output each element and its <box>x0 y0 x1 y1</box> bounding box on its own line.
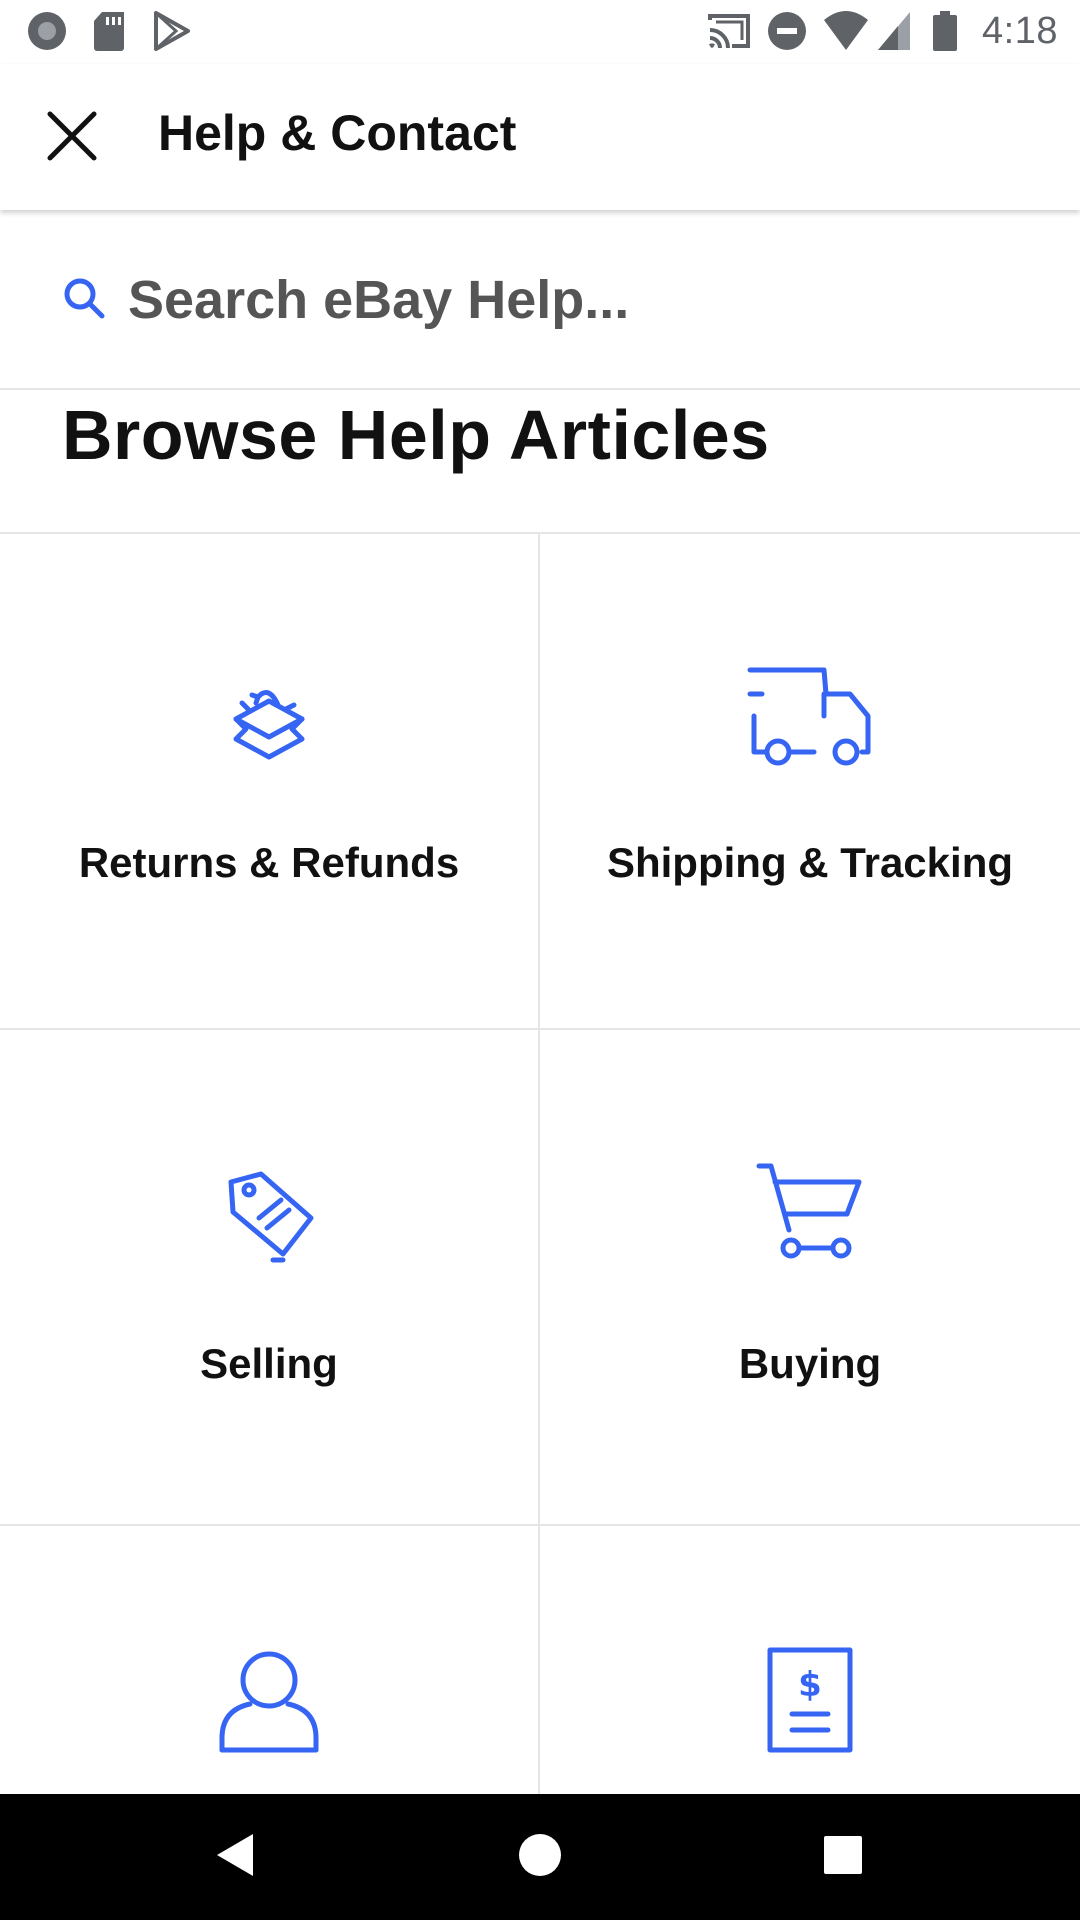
invoice-dollar-icon: $ <box>540 1646 1080 1754</box>
recents-button[interactable] <box>810 1824 876 1890</box>
battery-icon <box>932 10 958 57</box>
do-not-disturb-icon <box>766 10 808 57</box>
status-time: 4:18 <box>982 10 1058 52</box>
browse-help-articles-heading: Browse Help Articles <box>62 396 770 474</box>
returns-box-icon <box>0 679 538 769</box>
signal-icon <box>876 10 912 57</box>
category-returns-refunds[interactable]: Returns & Refunds <box>0 534 540 1030</box>
category-label: Selling <box>200 1340 338 1387</box>
search-bar[interactable] <box>0 210 1080 390</box>
category-payments[interactable]: $ <box>540 1526 1080 1794</box>
recents-icon <box>822 1834 864 1881</box>
system-nav-bar <box>0 1794 1080 1920</box>
home-button[interactable] <box>507 1824 573 1890</box>
account-person-icon <box>0 1646 538 1754</box>
play-store-icon <box>152 10 192 57</box>
search-icon <box>60 274 108 322</box>
category-label: Buying <box>738 1340 882 1387</box>
home-icon <box>517 1832 563 1883</box>
back-button[interactable] <box>202 1824 268 1890</box>
category-label: Shipping & Tracking <box>606 839 1014 886</box>
cast-icon <box>706 10 752 57</box>
delivery-truck-icon <box>540 664 1080 770</box>
close-icon <box>46 110 98 167</box>
wifi-icon <box>822 10 870 57</box>
category-buying[interactable]: Buying <box>540 1030 1080 1526</box>
back-icon <box>213 1830 257 1885</box>
shopping-cart-icon <box>540 1160 1080 1266</box>
sd-card-icon <box>92 10 128 57</box>
category-account[interactable] <box>0 1526 540 1794</box>
page-title: Help & Contact <box>158 105 517 161</box>
app-bar: Help & Contact <box>0 64 1080 210</box>
svg-text:$: $ <box>798 1665 822 1705</box>
price-tag-icon <box>0 1168 538 1264</box>
close-button[interactable] <box>36 102 108 174</box>
help-category-grid: Returns & Refunds Shipping & Tracking Se… <box>0 532 1080 1794</box>
search-input[interactable] <box>128 260 1008 340</box>
circle-app-icon <box>26 10 68 57</box>
status-bar: 4:18 <box>0 0 1080 64</box>
category-label: Returns & Refunds <box>78 839 460 886</box>
category-shipping-tracking[interactable]: Shipping & Tracking <box>540 534 1080 1030</box>
category-selling[interactable]: Selling <box>0 1030 540 1526</box>
